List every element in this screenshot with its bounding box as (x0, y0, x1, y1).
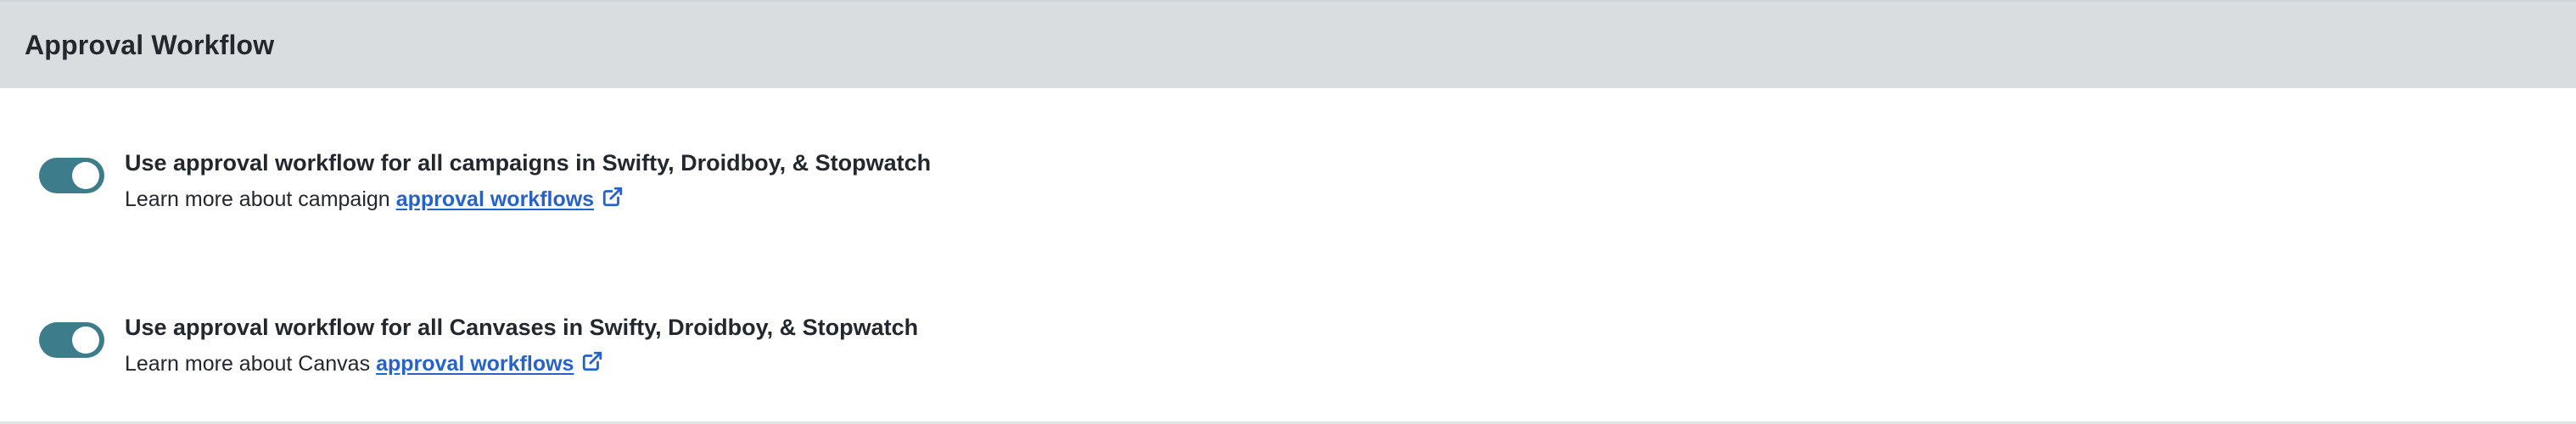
canvas-setting-description: Learn more about Canvas approval workflo… (125, 349, 918, 378)
canvas-setting-text: Use approval workflow for all Canvases i… (125, 312, 918, 378)
campaign-setting-description: Learn more about campaign approval workf… (125, 185, 931, 214)
canvas-description-text: Learn more about Canvas (125, 352, 371, 376)
canvas-approval-toggle[interactable] (39, 322, 104, 358)
approval-workflow-panel: Approval Workflow Use approval workflow … (0, 0, 2576, 424)
section-title: Approval Workflow (25, 29, 275, 60)
toggle-knob (72, 326, 99, 354)
campaign-setting-label: Use approval workflow for all campaigns … (125, 150, 932, 176)
canvas-approval-workflows-link[interactable]: approval workflows (376, 349, 574, 378)
campaign-approval-setting: Use approval workflow for all campaigns … (39, 148, 931, 214)
external-link-icon[interactable] (602, 186, 624, 208)
external-link-icon[interactable] (581, 350, 603, 372)
campaign-description-text: Learn more about campaign (125, 187, 390, 211)
campaign-approval-toggle[interactable] (39, 158, 104, 193)
campaign-setting-text: Use approval workflow for all campaigns … (125, 148, 931, 214)
canvas-setting-label: Use approval workflow for all Canvases i… (125, 315, 919, 340)
toggle-knob (72, 162, 99, 189)
campaign-approval-workflows-link[interactable]: approval workflows (396, 185, 594, 214)
panel-header: Approval Workflow (0, 2, 2576, 88)
canvas-approval-setting: Use approval workflow for all Canvases i… (39, 312, 918, 378)
